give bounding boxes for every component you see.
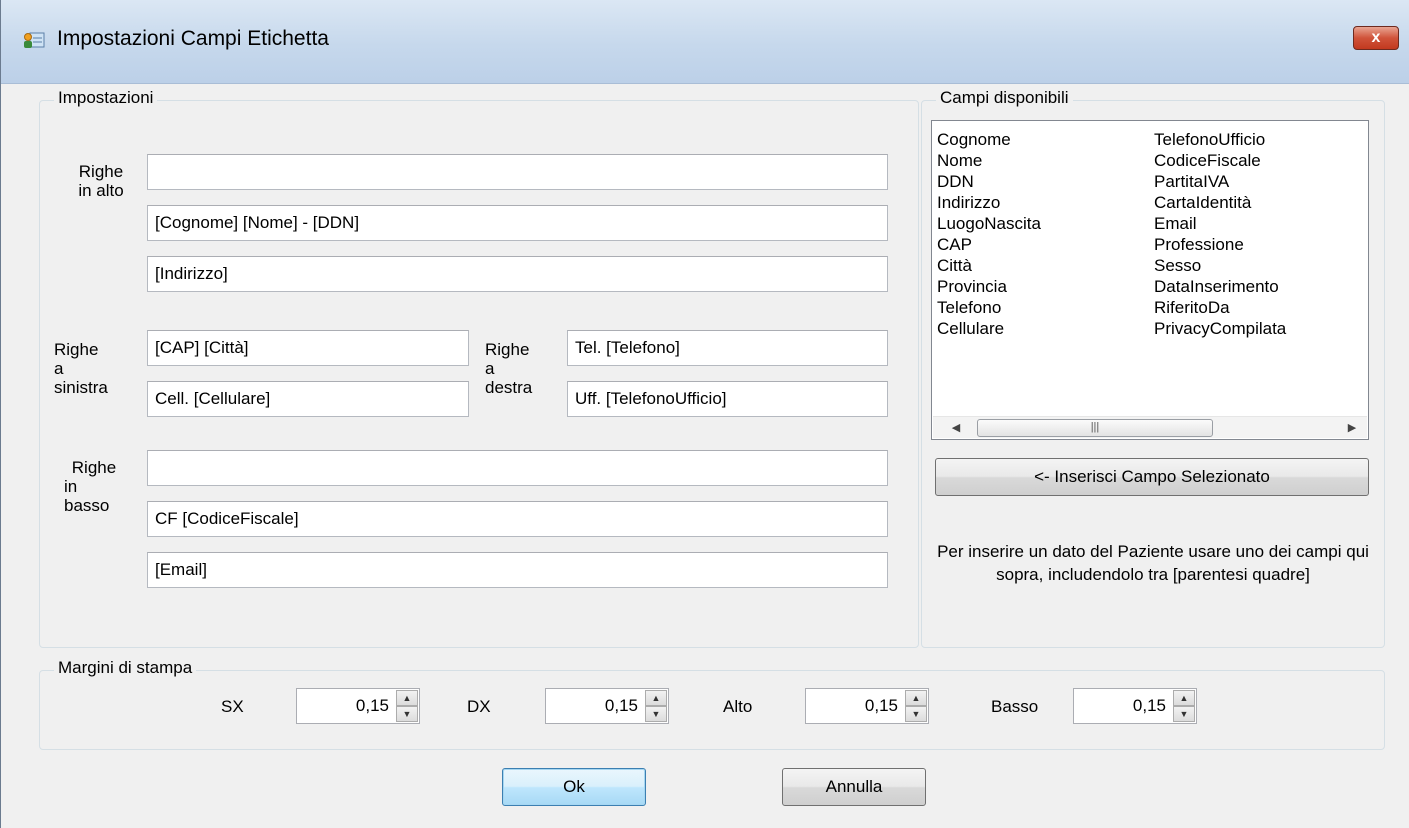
close-icon: x <box>1371 29 1381 46</box>
horizontal-scrollbar[interactable]: ◀ ||| ▶ <box>933 416 1367 438</box>
sx-label: SX <box>221 697 244 716</box>
top-row-1-input[interactable] <box>147 154 888 190</box>
list-item[interactable]: DDN <box>937 171 1041 192</box>
basso-spinner[interactable]: 0,15 ▲ ▼ <box>1073 688 1197 724</box>
app-icon <box>24 32 45 48</box>
list-item[interactable]: Cellulare <box>937 318 1041 339</box>
margins-legend: Margini di stampa <box>54 658 197 678</box>
left-rows-label: Righe a sinistra <box>54 340 108 397</box>
list-item[interactable]: TelefonoUfficio <box>1154 129 1286 150</box>
list-item[interactable]: RiferitoDa <box>1154 297 1286 318</box>
fields-legend: Campi disponibili <box>936 88 1073 108</box>
top-row-2-input[interactable]: [Cognome] [Nome] - [DDN] <box>147 205 888 241</box>
scroll-left-icon[interactable]: ◀ <box>947 420 965 436</box>
bottom-row-1-input[interactable] <box>147 450 888 486</box>
list-item[interactable]: Sesso <box>1154 255 1286 276</box>
spin-up-icon[interactable]: ▲ <box>396 690 418 706</box>
list-item[interactable]: Indirizzo <box>937 192 1041 213</box>
list-item[interactable]: Professione <box>1154 234 1286 255</box>
bottom-row-3-input[interactable]: [Email] <box>147 552 888 588</box>
scroll-thumb[interactable]: ||| <box>977 419 1213 437</box>
fields-column-2: TelefonoUfficio CodiceFiscale PartitaIVA Ca… <box>1154 129 1286 339</box>
top-row-3-input[interactable]: [Indirizzo] <box>147 256 888 292</box>
bottom-rows-label: Righe in basso <box>64 458 117 515</box>
list-item[interactable]: Città <box>937 255 1041 276</box>
list-item[interactable]: CartaIdentità <box>1154 192 1286 213</box>
spin-up-icon[interactable]: ▲ <box>645 690 667 706</box>
alto-spinner[interactable]: 0,15 ▲ ▼ <box>805 688 929 724</box>
list-item[interactable]: PrivacyCompilata <box>1154 318 1286 339</box>
spin-down-icon[interactable]: ▼ <box>645 706 667 722</box>
available-fields-list[interactable]: Cognome Nome DDN Indirizzo LuogoNascita CAP Ci… <box>931 120 1369 440</box>
right-row-2-input[interactable]: Uff. [TelefonoUfficio] <box>567 381 888 417</box>
left-row-1-input[interactable]: [CAP] [Città] <box>147 330 469 366</box>
spin-down-icon[interactable]: ▼ <box>396 706 418 722</box>
list-item[interactable]: DataInserimento <box>1154 276 1286 297</box>
settings-legend: Impostazioni <box>54 88 158 108</box>
cancel-button[interactable]: Annulla <box>782 768 926 806</box>
list-item[interactable]: CAP <box>937 234 1041 255</box>
spin-down-icon[interactable]: ▼ <box>1173 706 1195 722</box>
right-rows-label: Righe a destra <box>485 340 533 397</box>
list-item[interactable]: Provincia <box>937 276 1041 297</box>
list-item[interactable]: Nome <box>937 150 1041 171</box>
dx-spinner[interactable]: 0,15 ▲ ▼ <box>545 688 669 724</box>
fields-column-1: Cognome Nome DDN Indirizzo LuogoNascita CAP Ci… <box>937 129 1041 339</box>
list-item[interactable]: CodiceFiscale <box>1154 150 1286 171</box>
list-item[interactable]: LuogoNascita <box>937 213 1041 234</box>
left-row-2-input[interactable]: Cell. [Cellulare] <box>147 381 469 417</box>
list-item[interactable]: PartitaIVA <box>1154 171 1286 192</box>
dialog-client: Impostazioni Righe in alto [Cognome] [Nom… <box>1 84 1409 828</box>
scroll-right-icon[interactable]: ▶ <box>1343 420 1361 436</box>
list-item[interactable]: Cognome <box>937 129 1041 150</box>
bottom-row-2-input[interactable]: CF [CodiceFiscale] <box>147 501 888 537</box>
insert-field-button[interactable]: <- Inserisci Campo Selezionato <box>935 458 1369 496</box>
title-bar[interactable]: Impostazioni Campi Etichetta x <box>1 0 1409 84</box>
dx-label: DX <box>467 697 491 716</box>
top-rows-label: Righe in alto <box>78 162 124 200</box>
spin-up-icon[interactable]: ▲ <box>1173 690 1195 706</box>
spin-up-icon[interactable]: ▲ <box>905 690 927 706</box>
sx-spinner[interactable]: 0,15 ▲ ▼ <box>296 688 420 724</box>
list-item[interactable]: Telefono <box>937 297 1041 318</box>
close-button[interactable]: x <box>1353 26 1399 50</box>
ok-button[interactable]: Ok <box>502 768 646 806</box>
fields-note: Per inserire un dato del Paziente usare … <box>937 542 1369 584</box>
dialog-window: Impostazioni Campi Etichetta x Impostazi… <box>0 0 1409 828</box>
alto-label: Alto <box>723 697 753 716</box>
spin-down-icon[interactable]: ▼ <box>905 706 927 722</box>
basso-label: Basso <box>991 697 1039 716</box>
window-title: Impostazioni Campi Etichetta <box>57 27 329 50</box>
list-item[interactable]: Email <box>1154 213 1286 234</box>
right-row-1-input[interactable]: Tel. [Telefono] <box>567 330 888 366</box>
